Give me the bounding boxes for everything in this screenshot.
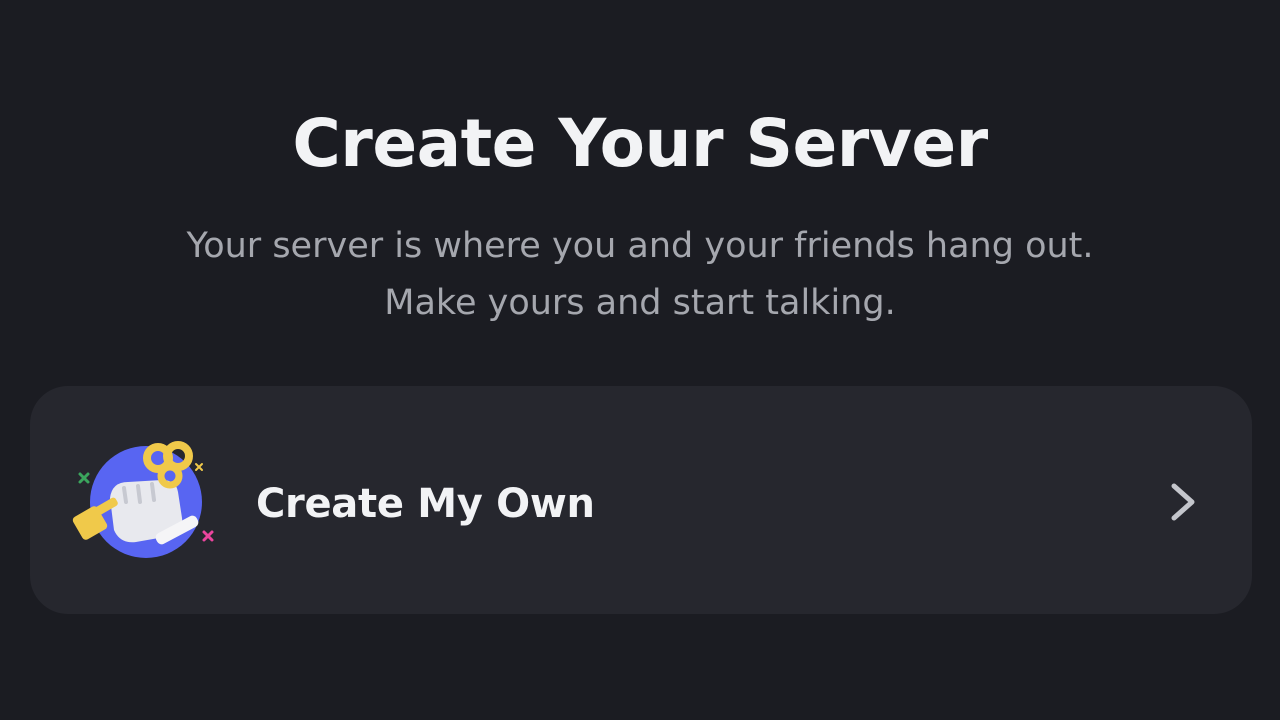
create-my-own-label: Create My Own [256, 481, 595, 527]
chevron-right-icon [1171, 483, 1195, 521]
subtitle-line-1: Your server is where you and your friend… [186, 226, 1094, 266]
subtitle-line-2: Make yours and start talking. [384, 283, 896, 323]
create-server-screen: Create Your Server Your server is where … [0, 0, 1280, 720]
page-subtitle: Your server is where you and your friend… [0, 218, 1280, 332]
page-title: Create Your Server [292, 105, 988, 182]
create-server-illustration-icon [72, 441, 214, 558]
